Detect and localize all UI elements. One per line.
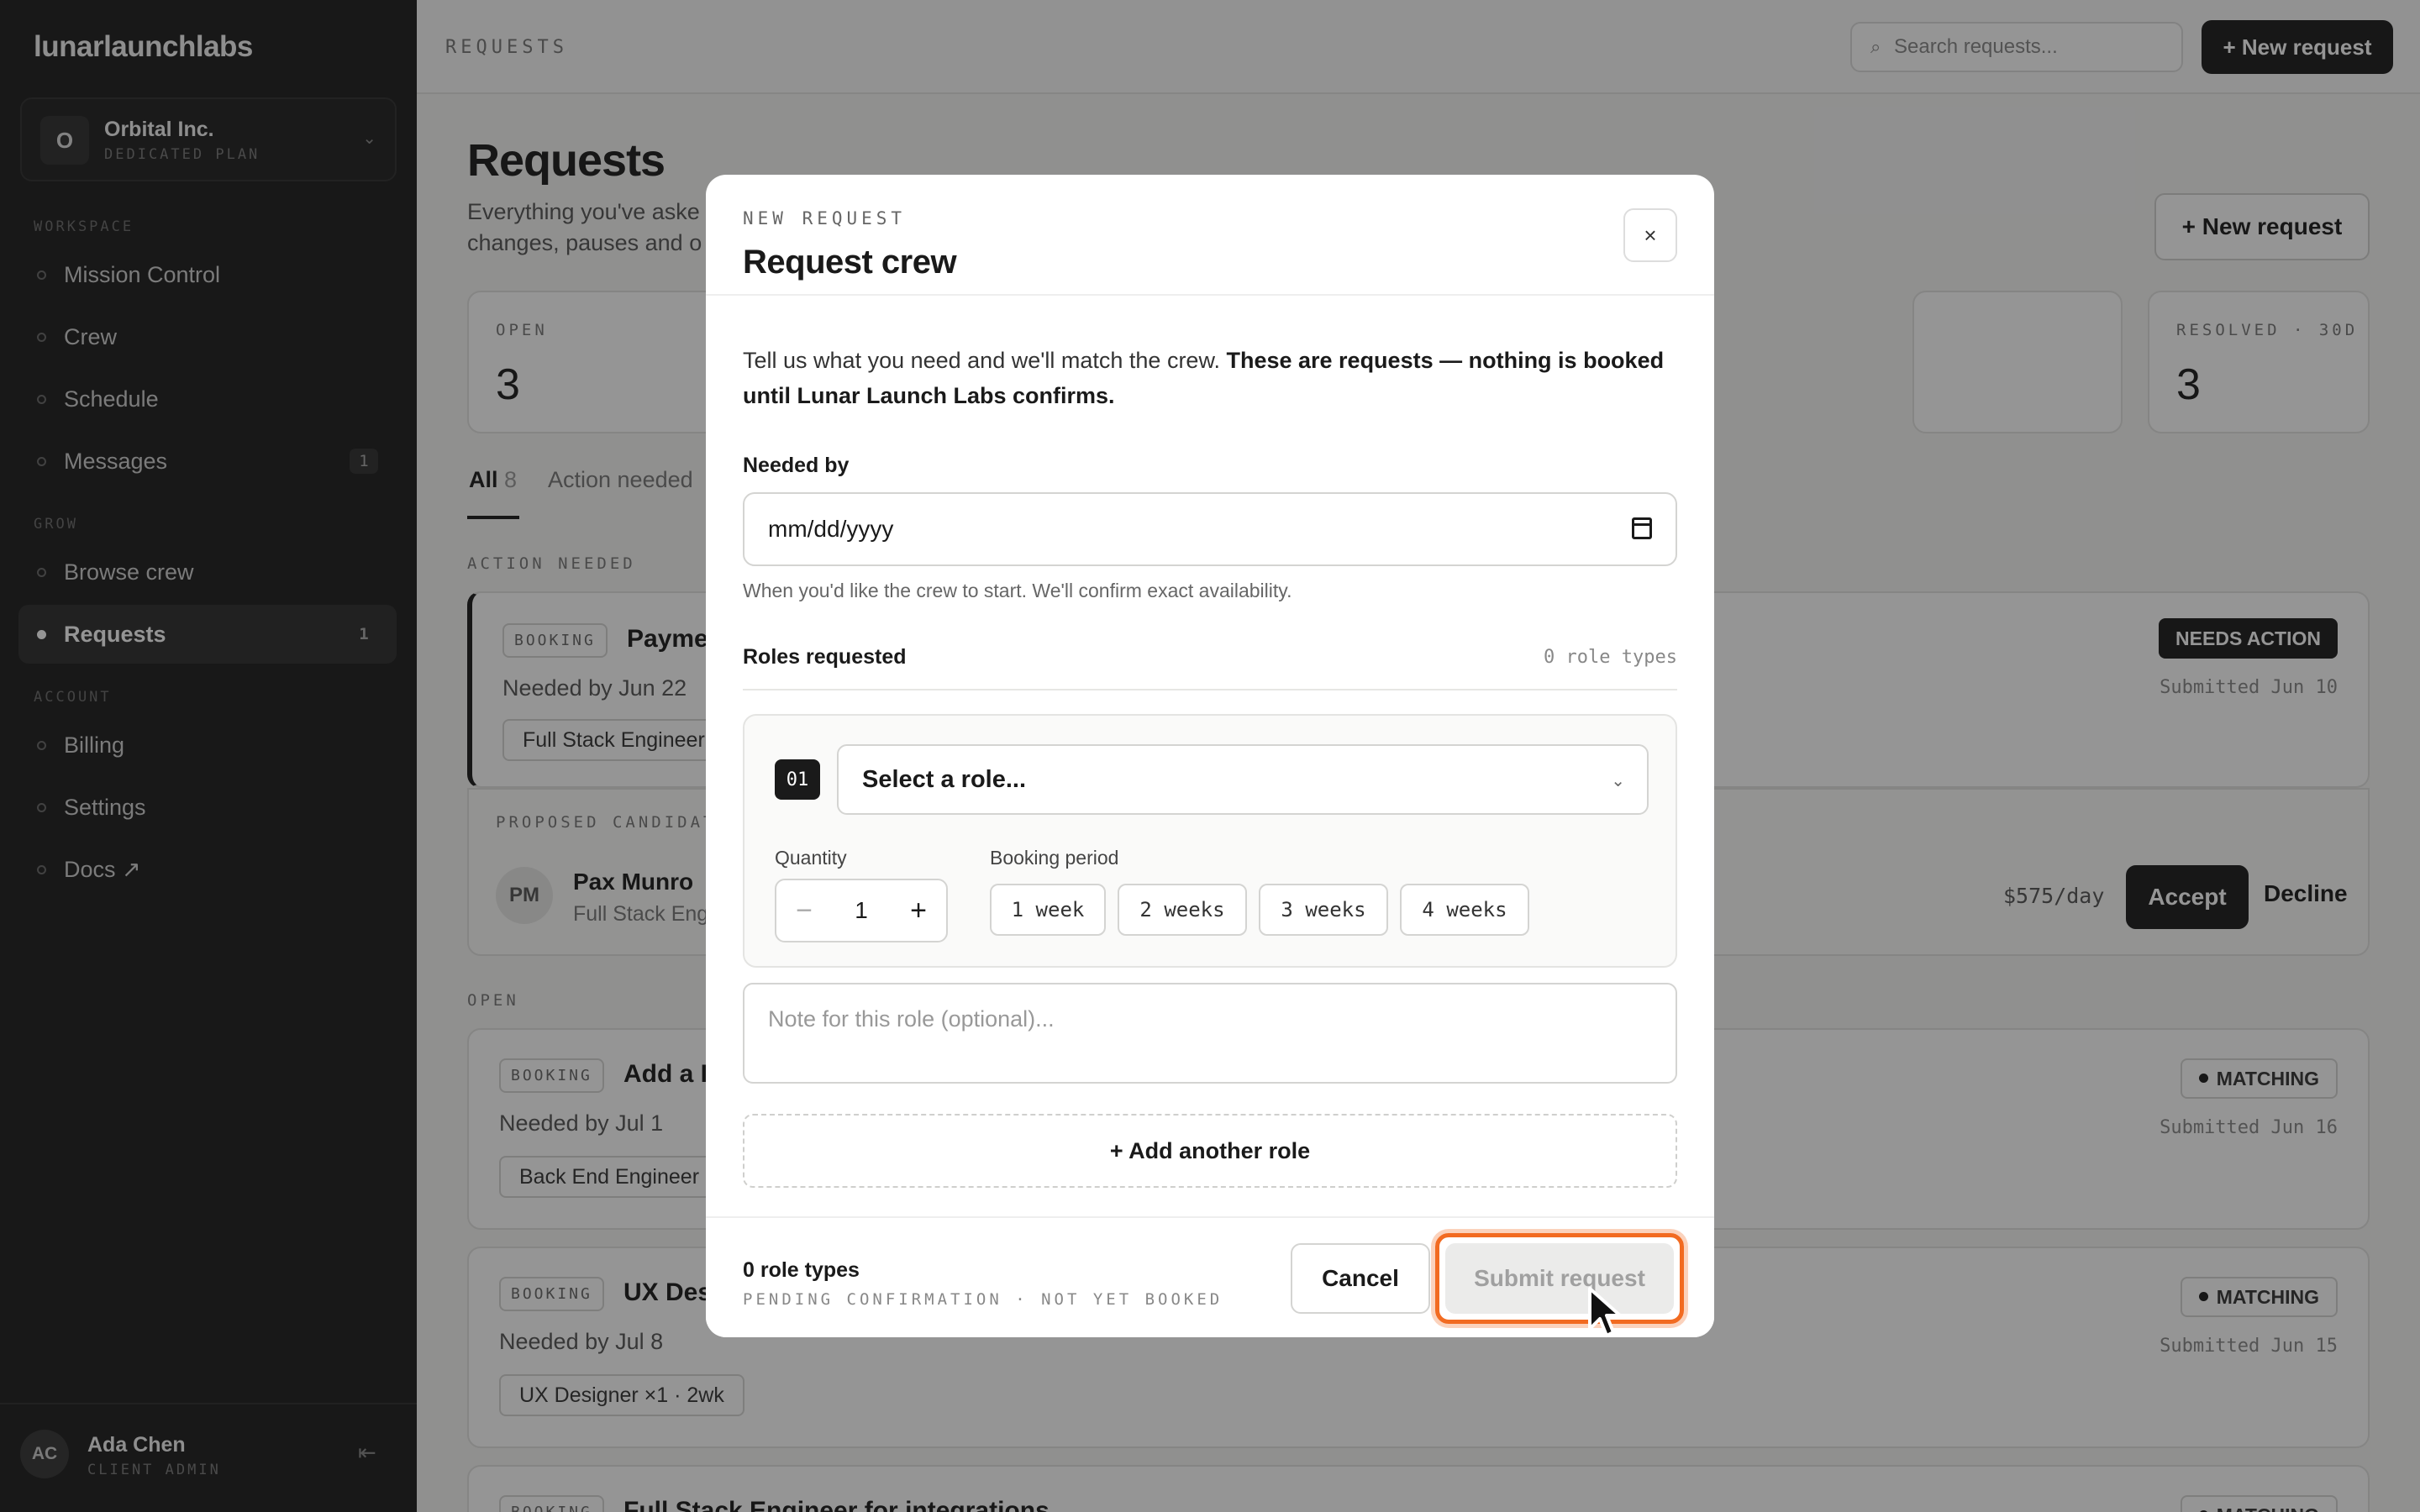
cancel-button[interactable]: Cancel — [1291, 1243, 1430, 1314]
divider — [706, 294, 1714, 296]
mouse-cursor-icon — [1588, 1287, 1622, 1337]
modal-eyebrow: NEW REQUEST — [743, 208, 907, 228]
date-placeholder: mm/dd/yyyy — [768, 516, 894, 542]
period-1-week[interactable]: 1 week — [990, 884, 1106, 936]
footer-status: PENDING CONFIRMATION · NOT YET BOOKED — [743, 1290, 1223, 1309]
role-note-textarea[interactable]: Note for this role (optional)... — [743, 983, 1677, 1084]
chevron-down-icon: ⌄ — [1611, 772, 1625, 790]
period-4-weeks[interactable]: 4 weeks — [1400, 884, 1529, 936]
footer-role-count: 0 role types — [743, 1258, 860, 1282]
quantity-stepper: − 1 + — [775, 879, 948, 942]
date-hint: When you'd like the crew to start. We'll… — [743, 580, 1292, 601]
quantity-value[interactable]: 1 — [832, 880, 891, 941]
period-2-weeks[interactable]: 2 weeks — [1118, 884, 1247, 936]
role-select[interactable]: Select a role... ⌄ — [837, 744, 1649, 815]
submit-request-button[interactable]: Submit request — [1445, 1243, 1674, 1314]
intro-text: Tell us what you need and we'll match th… — [743, 348, 1227, 373]
role-number: 01 — [775, 759, 820, 800]
booking-period-label: Booking period — [990, 847, 1119, 869]
quantity-label: Quantity — [775, 847, 847, 869]
modal-intro: Tell us what you need and we'll match th… — [743, 343, 1677, 413]
calendar-icon[interactable] — [1632, 517, 1652, 539]
close-icon[interactable]: × — [1623, 208, 1677, 262]
role-entry: 01 Select a role... ⌄ Quantity Booking pe… — [743, 714, 1677, 968]
period-3-weeks[interactable]: 3 weeks — [1259, 884, 1388, 936]
modal-title: Request crew — [743, 244, 957, 281]
decrement-button[interactable]: − — [776, 880, 832, 941]
modal-footer: 0 role types PENDING CONFIRMATION · NOT … — [706, 1216, 1714, 1337]
divider — [743, 689, 1677, 690]
request-crew-modal: NEW REQUEST Request crew × Tell us what … — [706, 175, 1714, 1337]
role-select-value: Select a role... — [862, 766, 1027, 793]
needed-by-date-input[interactable]: mm/dd/yyyy — [743, 492, 1677, 566]
add-role-button[interactable]: + Add another role — [743, 1114, 1677, 1188]
roles-count: 0 role types — [1544, 647, 1677, 668]
increment-button[interactable]: + — [891, 880, 946, 941]
roles-requested-label: Roles requested — [743, 645, 907, 669]
needed-by-label: Needed by — [743, 454, 850, 477]
